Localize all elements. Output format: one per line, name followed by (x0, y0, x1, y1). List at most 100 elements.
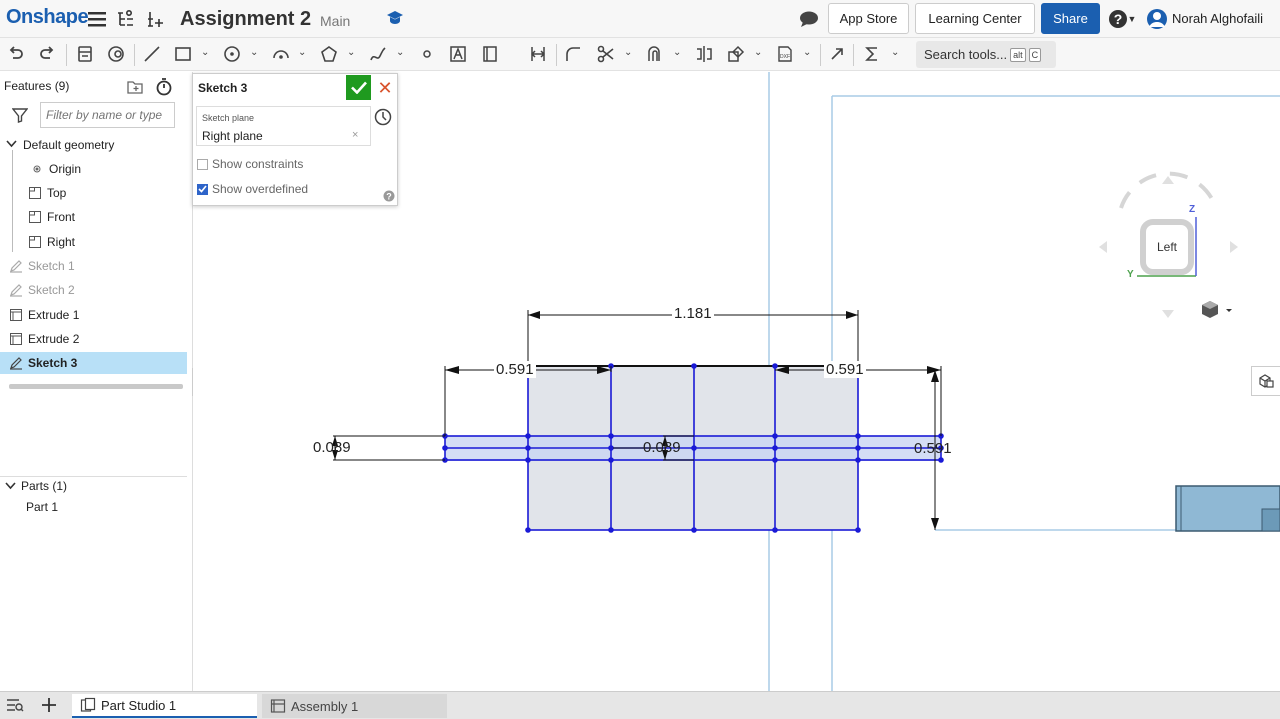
part-studio-icon (80, 697, 96, 712)
clear-plane-icon[interactable]: × (352, 129, 358, 141)
tree-item-front[interactable]: Front (28, 206, 75, 228)
tab-part-studio-1[interactable]: Part Studio 1 (72, 694, 257, 718)
display-panel-button[interactable] (1251, 366, 1280, 396)
search-tools-button[interactable]: Search tools... alt C (916, 41, 1056, 68)
sketch-plane-field[interactable]: Sketch plane Right plane × (196, 106, 371, 146)
add-folder-icon[interactable] (127, 79, 145, 98)
chevron-down-icon[interactable]: ⌄ (396, 47, 406, 61)
tree-item-default-geometry[interactable]: Default geometry (6, 134, 114, 156)
plane-icon (28, 186, 42, 200)
extrude-icon (9, 332, 23, 346)
history-clock-icon[interactable] (374, 108, 392, 129)
chevron-down-icon[interactable]: ⌄ (624, 47, 634, 61)
offset-tool-icon[interactable] (645, 44, 665, 64)
tab-label: Assembly 1 (291, 698, 359, 714)
tree-item-sketch-1[interactable]: Sketch 1 (9, 255, 75, 277)
point-tool-icon[interactable] (417, 44, 437, 64)
dialog-help-icon[interactable]: ? (383, 190, 395, 205)
tree-item-label: Extrude 1 (28, 308, 80, 322)
filter-input[interactable] (40, 102, 175, 128)
dimension-tool-icon[interactable] (528, 44, 548, 64)
tree-item-sketch-2[interactable]: Sketch 2 (9, 279, 75, 301)
feature-tree-icon[interactable] (115, 8, 137, 30)
tab-manager-icon[interactable] (6, 697, 24, 716)
tree-item-extrude-2[interactable]: Extrude 2 (9, 328, 79, 350)
transform-tool-icon[interactable] (726, 44, 746, 64)
tree-item-label: Default geometry (23, 138, 115, 152)
arc-tool-icon[interactable] (271, 44, 291, 64)
chevron-down-icon[interactable] (5, 479, 16, 493)
learning-center-button[interactable]: Learning Center (915, 3, 1035, 34)
document-title[interactable]: Assignment 2 (180, 8, 311, 31)
chevron-down-icon[interactable]: ⌄ (803, 47, 813, 61)
tree-item-sketch-3[interactable]: Sketch 3 (0, 352, 187, 374)
chevron-down-icon[interactable]: ⌄ (250, 47, 260, 61)
fillet-tool-icon[interactable] (563, 44, 583, 64)
tree-item-label: Extrude 2 (28, 332, 80, 346)
features-title: Features (9) (4, 79, 70, 93)
onshape-logo[interactable]: Onshape (6, 6, 89, 29)
rollback-bar[interactable] (9, 384, 183, 389)
part-feature (1261, 508, 1280, 532)
redo-icon[interactable] (37, 44, 57, 64)
undo-icon[interactable] (6, 44, 26, 64)
document-branch[interactable]: Main (320, 13, 350, 29)
sketch-pencil-icon (9, 259, 23, 273)
dimension-left-width[interactable]: 0.591 (494, 361, 536, 378)
rollback-timer-icon[interactable] (155, 77, 173, 99)
show-constraints-checkbox[interactable]: Show constraints (197, 156, 303, 172)
cancel-button[interactable]: ✕ (374, 77, 396, 99)
tree-item-origin[interactable]: Origin (30, 158, 81, 180)
text-tool-icon[interactable] (448, 44, 468, 64)
variables-tool-icon[interactable] (862, 44, 882, 64)
circle-tool-icon[interactable] (222, 44, 242, 64)
trim-tool-icon[interactable] (596, 44, 616, 64)
part-item-1[interactable]: Part 1 (26, 496, 58, 518)
tree-item-right[interactable]: Right (28, 231, 75, 253)
view-cube-face-label[interactable]: Left (1157, 240, 1177, 254)
menu-icon[interactable] (86, 8, 108, 30)
construction-tool-icon[interactable] (827, 44, 847, 64)
confirm-button[interactable] (346, 75, 371, 100)
spline-tool-icon[interactable] (368, 44, 388, 64)
app-store-button[interactable]: App Store (828, 3, 909, 34)
dimension-right-height[interactable]: 0.591 (912, 440, 954, 457)
chevron-down-icon[interactable]: ⌄ (754, 47, 764, 61)
chevron-down-icon[interactable]: ⌄ (298, 47, 308, 61)
comments-icon[interactable] (798, 8, 820, 30)
dimension-center-thickness[interactable]: 0.089 (641, 439, 683, 456)
mirror-tool-icon[interactable] (694, 44, 714, 64)
show-overdefined-checkbox[interactable]: Show overdefined (197, 181, 308, 197)
dimension-overall-width[interactable]: 1.181 (672, 305, 714, 322)
tab-assembly-1[interactable]: Assembly 1 (262, 694, 447, 718)
view-options-icon[interactable] (1202, 301, 1232, 318)
polygon-tool-icon[interactable] (319, 44, 339, 64)
add-tab-icon[interactable] (40, 696, 58, 717)
insert-image-icon[interactable] (480, 44, 500, 64)
dimension-left-thickness[interactable]: 0.089 (311, 439, 353, 456)
parts-list-icon[interactable] (75, 44, 95, 64)
chevron-down-icon[interactable]: ⌄ (673, 47, 683, 61)
checkbox-box[interactable] (197, 183, 208, 195)
share-button[interactable]: Share (1041, 3, 1100, 34)
chevron-down-icon[interactable]: ⌄ (891, 47, 901, 61)
user-name[interactable]: Norah Alghofaili (1172, 11, 1263, 26)
chevron-down-icon[interactable]: ⌄ (347, 47, 357, 61)
shortcut-key-c: C (1028, 47, 1042, 62)
tree-item-extrude-1[interactable]: Extrude 1 (9, 304, 79, 326)
render-icon[interactable] (106, 44, 126, 64)
help-caret-icon[interactable]: ▼ (1126, 8, 1138, 30)
export-dxf-icon[interactable]: DXF (775, 44, 795, 64)
add-feature-icon[interactable] (145, 8, 167, 30)
rectangle-tool-icon[interactable] (173, 44, 193, 64)
dimension-right-width[interactable]: 0.591 (824, 361, 866, 378)
checkbox-box[interactable] (197, 158, 208, 170)
line-tool-icon[interactable] (142, 44, 162, 64)
education-cap-icon[interactable] (386, 10, 404, 26)
tab-label: Part Studio 1 (101, 697, 177, 713)
filter-icon[interactable] (11, 107, 29, 126)
parts-header[interactable]: Parts (1) (5, 475, 67, 497)
chevron-down-icon[interactable]: ⌄ (201, 47, 211, 61)
tree-item-top[interactable]: Top (28, 182, 66, 204)
avatar[interactable] (1146, 8, 1168, 30)
